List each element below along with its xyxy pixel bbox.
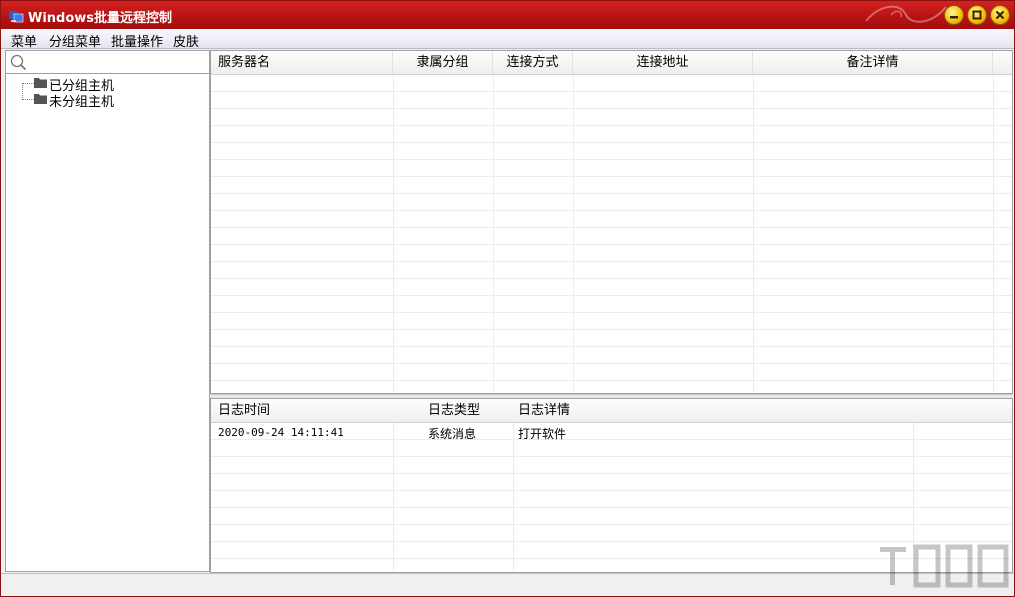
column-header-log-detail[interactable]: 日志详情 <box>511 399 711 423</box>
log-detail-cell: 打开软件 <box>518 425 566 442</box>
maximize-icon <box>971 9 983 21</box>
app-window: Windows批量远程控制 菜单 分组菜单 批量操作 皮肤 <box>0 0 1015 597</box>
tree-connector <box>22 83 34 84</box>
log-type-cell: 系统消息 <box>428 425 476 442</box>
status-bar <box>1 573 1014 596</box>
column-header-group[interactable]: 隶属分组 <box>393 51 493 75</box>
tree-node-grouped[interactable]: 已分组主机 <box>6 75 206 91</box>
column-divider <box>393 75 394 393</box>
tree-node-ungrouped[interactable]: 未分组主机 <box>6 91 206 107</box>
minimize-icon <box>948 9 960 21</box>
menu-item-group-menu[interactable]: 分组菜单 <box>49 31 101 50</box>
column-header-server-name[interactable]: 服务器名 <box>211 51 393 75</box>
column-divider <box>573 75 574 393</box>
menu-item-menu[interactable]: 菜单 <box>11 31 37 50</box>
log-time-cell: 2020-09-24 14:11:41 <box>218 426 344 439</box>
search-input[interactable] <box>30 53 205 71</box>
column-divider <box>993 75 994 393</box>
app-icon <box>8 8 24 24</box>
search-box <box>6 51 209 74</box>
window-title: Windows批量远程控制 <box>28 7 172 26</box>
column-divider <box>493 75 494 393</box>
server-table-header: 服务器名 隶属分组 连接方式 连接地址 备注详情 <box>211 51 1012 75</box>
maximize-button[interactable] <box>967 5 987 25</box>
menu-bar: 菜单 分组菜单 批量操作 皮肤 <box>1 29 1014 49</box>
close-button[interactable] <box>990 5 1010 25</box>
tree-node-label: 未分组主机 <box>49 91 114 110</box>
close-icon <box>994 9 1006 21</box>
column-header-connect-method[interactable]: 连接方式 <box>493 51 573 75</box>
title-bar[interactable]: Windows批量远程控制 <box>1 1 1014 29</box>
server-table-body <box>211 75 1012 393</box>
watermark-logo-icon <box>876 541 1011 591</box>
column-divider <box>513 423 514 572</box>
column-divider <box>753 75 754 393</box>
menu-item-skin[interactable]: 皮肤 <box>173 31 199 50</box>
group-tree-panel: 已分组主机 未分组主机 <box>5 50 210 572</box>
column-header-notes[interactable]: 备注详情 <box>753 51 993 75</box>
column-header-log-time[interactable]: 日志时间 <box>211 399 393 423</box>
column-header-log-type[interactable]: 日志类型 <box>421 399 511 423</box>
tree-connector <box>22 99 34 100</box>
server-table[interactable]: 服务器名 隶属分组 连接方式 连接地址 备注详情 <box>210 50 1013 394</box>
search-icon[interactable] <box>10 54 27 71</box>
decorative-swirl-icon <box>861 1 951 29</box>
column-header-connect-address[interactable]: 连接地址 <box>573 51 753 75</box>
folder-icon <box>34 93 47 104</box>
menu-item-batch-ops[interactable]: 批量操作 <box>111 31 163 50</box>
column-divider <box>393 423 394 572</box>
minimize-button[interactable] <box>944 5 964 25</box>
folder-icon <box>34 77 47 88</box>
log-table-header: 日志时间 日志类型 日志详情 <box>211 399 1012 423</box>
